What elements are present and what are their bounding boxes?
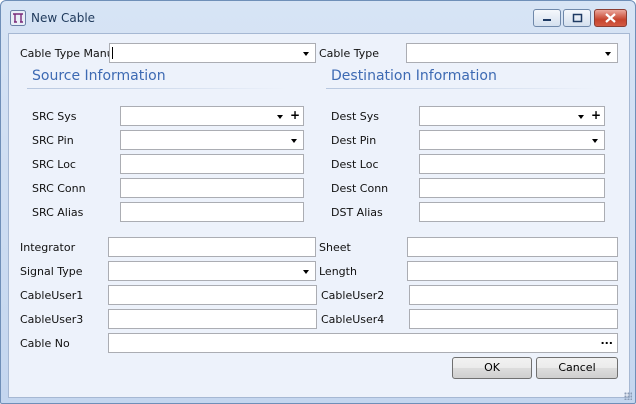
- cableuser2-label: CableUser2: [321, 289, 385, 302]
- dst-alias-input[interactable]: [419, 202, 605, 222]
- cableuser1-input[interactable]: [108, 285, 317, 305]
- dst-alias-label: DST Alias: [331, 206, 383, 219]
- dest-sys-label: Dest Sys: [331, 110, 380, 123]
- maximize-button[interactable]: [563, 9, 591, 27]
- chevron-down-icon: [303, 52, 309, 56]
- cableuser3-label: CableUser3: [20, 313, 84, 326]
- src-sys-label: SRC Sys: [32, 110, 77, 123]
- text-cursor: [112, 47, 113, 59]
- src-sys-dropdown[interactable]: +: [120, 106, 304, 126]
- chevron-down-icon: [578, 115, 584, 119]
- resize-grip-icon[interactable]: [624, 392, 632, 400]
- cableuser4-input[interactable]: [409, 309, 618, 329]
- dest-sys-dropdown[interactable]: +: [419, 106, 605, 126]
- ellipsis-icon[interactable]: ...: [600, 334, 613, 347]
- cableuser4-label: CableUser4: [321, 313, 385, 326]
- title-bar[interactable]: New Cable: [1, 1, 635, 33]
- signal-type-label: Signal Type: [20, 265, 83, 278]
- close-button[interactable]: [594, 9, 627, 27]
- minimize-icon: [543, 19, 551, 21]
- add-src-sys-plus-icon[interactable]: +: [290, 108, 300, 122]
- chevron-down-icon: [303, 270, 309, 274]
- dest-loc-label: Dest Loc: [331, 158, 379, 171]
- new-cable-window: New Cable Cable Type Manu Cable Type Sou…: [0, 0, 636, 404]
- close-icon: [605, 13, 616, 23]
- signal-type-dropdown[interactable]: [108, 261, 316, 281]
- destination-section-divider: [326, 88, 596, 89]
- cancel-button[interactable]: Cancel: [536, 357, 618, 379]
- cableuser1-label: CableUser1: [20, 289, 84, 302]
- window-title: New Cable: [31, 11, 96, 25]
- cable-no-input[interactable]: ...: [108, 333, 618, 353]
- dest-pin-dropdown[interactable]: [419, 130, 605, 150]
- sheet-label: Sheet: [319, 241, 351, 254]
- source-section-divider: [27, 88, 287, 89]
- cable-type-manu-label: Cable Type Manu: [20, 47, 114, 60]
- dialog-body: Cable Type Manu Cable Type Source Inform…: [8, 33, 630, 398]
- cableuser3-input[interactable]: [108, 309, 317, 329]
- integrator-input[interactable]: [108, 237, 316, 257]
- source-section-heading: Source Information: [32, 68, 166, 84]
- cable-type-label: Cable Type: [319, 47, 379, 60]
- src-pin-label: SRC Pin: [32, 134, 74, 147]
- maximize-icon: [572, 13, 583, 23]
- dest-conn-input[interactable]: [419, 178, 605, 198]
- chevron-down-icon: [605, 52, 611, 56]
- minimize-button[interactable]: [533, 9, 561, 27]
- ok-button[interactable]: OK: [452, 357, 532, 379]
- src-conn-label: SRC Conn: [32, 182, 86, 195]
- src-loc-input[interactable]: [120, 154, 304, 174]
- cableuser2-input[interactable]: [409, 285, 618, 305]
- length-label: Length: [319, 265, 357, 278]
- src-pin-dropdown[interactable]: [120, 130, 304, 150]
- src-alias-label: SRC Alias: [32, 206, 84, 219]
- add-dest-sys-plus-icon[interactable]: +: [591, 108, 601, 122]
- dest-conn-label: Dest Conn: [331, 182, 389, 195]
- src-conn-input[interactable]: [120, 178, 304, 198]
- cable-type-manu-dropdown[interactable]: [109, 43, 316, 63]
- chevron-down-icon: [291, 139, 297, 143]
- cable-type-dropdown[interactable]: [406, 43, 618, 63]
- src-loc-label: SRC Loc: [32, 158, 76, 171]
- length-input[interactable]: [407, 261, 618, 281]
- chevron-down-icon: [277, 115, 283, 119]
- cable-no-label: Cable No: [20, 337, 70, 350]
- cable-app-icon: [10, 10, 26, 26]
- dest-pin-label: Dest Pin: [331, 134, 377, 147]
- sheet-input[interactable]: [407, 237, 618, 257]
- integrator-label: Integrator: [20, 241, 76, 254]
- destination-section-heading: Destination Information: [331, 68, 497, 84]
- chevron-down-icon: [592, 139, 598, 143]
- src-alias-input[interactable]: [120, 202, 304, 222]
- dest-loc-input[interactable]: [419, 154, 605, 174]
